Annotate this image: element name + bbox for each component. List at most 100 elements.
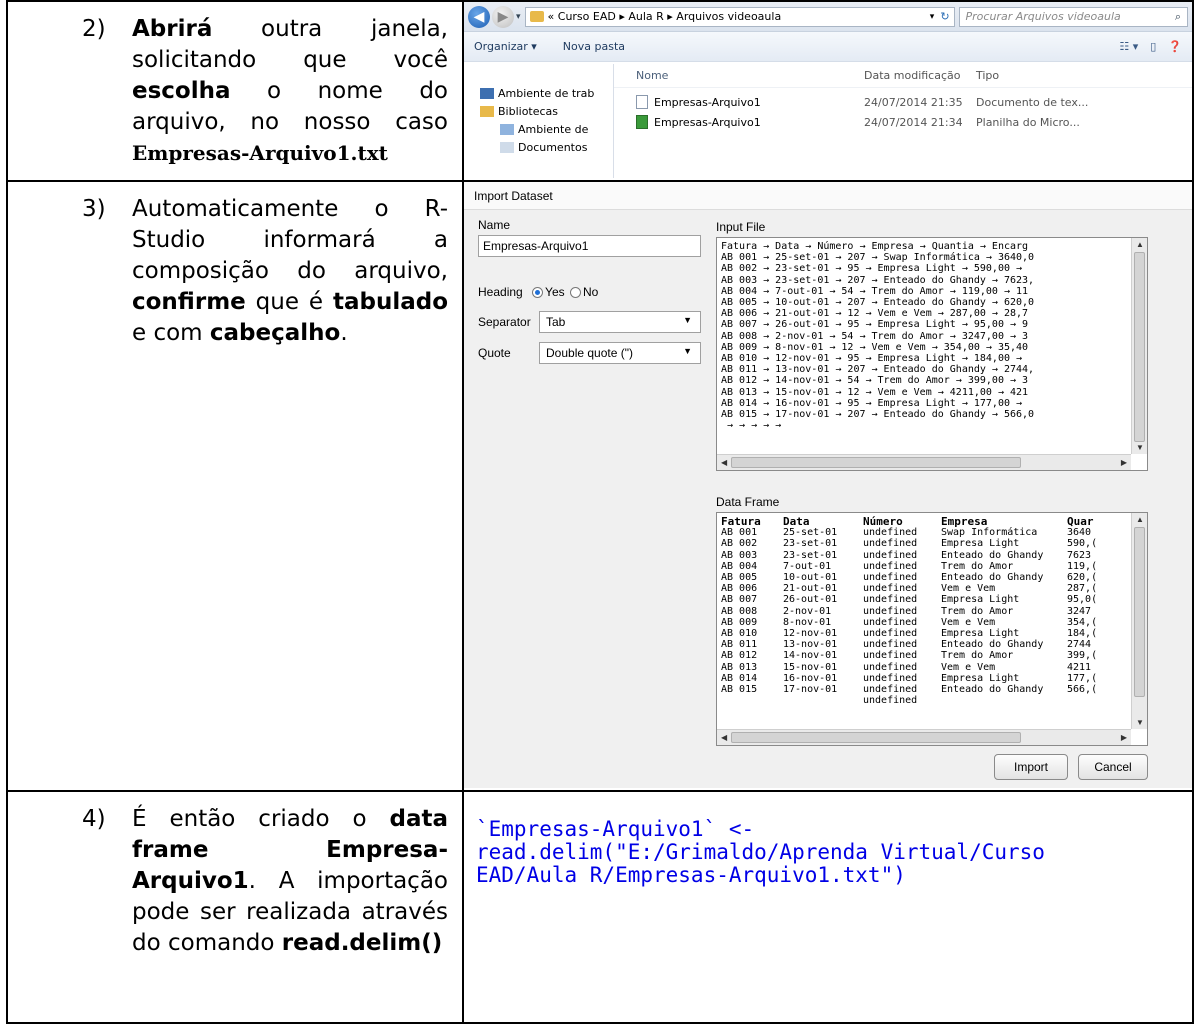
step-3-text: 3) Automaticamente o R-Studio informará … bbox=[8, 182, 462, 349]
df-cell: undefined bbox=[863, 605, 918, 617]
search-input[interactable]: Procurar Arquivos videoaula ⌕ bbox=[958, 6, 1188, 27]
df-cell: 399,( bbox=[1067, 650, 1098, 662]
vertical-scrollbar[interactable]: ▲ ▼ bbox=[1131, 513, 1147, 729]
text-file-icon bbox=[636, 95, 648, 109]
search-icon[interactable]: ⌕ bbox=[1175, 10, 1181, 24]
scroll-up-icon[interactable]: ▲ bbox=[1136, 515, 1144, 524]
df-cell: 590,( bbox=[1067, 538, 1098, 550]
row-step-4: 4) É então criado o data frame Empresa-A… bbox=[6, 790, 1194, 1024]
file-row[interactable]: Empresas-Arquivo1 24/07/2014 21:34 Plani… bbox=[614, 112, 1192, 132]
df-cell: AB 013 bbox=[721, 661, 758, 673]
input-file-panel[interactable]: Fatura → Data → Número → Empresa → Quant… bbox=[716, 237, 1148, 471]
df-row: AB 015 17-nov-01 undefined Enteado do Ghand… bbox=[721, 684, 1143, 695]
input-file-text: Fatura → Data → Número → Empresa → Quant… bbox=[721, 241, 1035, 432]
new-folder-button[interactable]: Nova pasta bbox=[563, 40, 625, 53]
df-cell: 17-nov-01 bbox=[783, 684, 838, 696]
df-column-header: Empresa bbox=[941, 516, 988, 528]
nav-item-desktop[interactable]: Ambiente de trab bbox=[464, 84, 613, 102]
heading-no-radio[interactable] bbox=[569, 287, 581, 299]
import-button[interactable]: Import bbox=[994, 754, 1068, 780]
cancel-button[interactable]: Cancel bbox=[1078, 754, 1148, 780]
organize-button[interactable]: Organizar ▾ bbox=[474, 40, 537, 53]
df-cell: undefined bbox=[863, 672, 918, 684]
nav-item-documents[interactable]: Documentos bbox=[464, 138, 613, 156]
df-row: AB 011 13-nov-01 undefined Enteado do Ghand… bbox=[721, 639, 1143, 650]
help-icon[interactable]: ❓ bbox=[1168, 40, 1182, 53]
scroll-left-icon[interactable]: ◀ bbox=[721, 458, 727, 467]
df-cell: Trem do Amor bbox=[941, 560, 1014, 572]
separator-select[interactable]: Tab ▼ bbox=[539, 311, 701, 333]
col-name[interactable]: Nome bbox=[614, 69, 864, 82]
file-list-header: Nome Data modificação Tipo bbox=[614, 64, 1192, 88]
path-dropdown-icon[interactable]: ▾ bbox=[930, 12, 935, 22]
preview-pane-icon[interactable]: ▯ bbox=[1150, 40, 1156, 53]
quote-select[interactable]: Double quote (") ▼ bbox=[539, 342, 701, 364]
separator-value: Tab bbox=[546, 315, 566, 329]
code-cell: `Empresas-Arquivo1` <- read.delim("E:/Gr… bbox=[462, 790, 1194, 1024]
heading-yes-radio[interactable] bbox=[532, 287, 544, 299]
path-breadcrumb[interactable]: « Curso EAD ▸ Aula R ▸ Arquivos videoaul… bbox=[524, 6, 955, 27]
horizontal-scrollbar[interactable]: ◀ ▶ bbox=[717, 729, 1131, 745]
name-label: Name bbox=[478, 218, 511, 232]
history-dropdown-icon[interactable]: ▾ bbox=[516, 12, 521, 22]
heading-label: Heading bbox=[478, 285, 523, 299]
nav-label: Bibliotecas bbox=[498, 104, 559, 118]
chevron-down-icon: ▼ bbox=[683, 346, 692, 356]
df-cell: AB 006 bbox=[721, 583, 758, 595]
file-name: Empresas-Arquivo1 bbox=[654, 115, 761, 129]
refresh-icon[interactable]: ↻ bbox=[940, 10, 949, 23]
df-cell: 25-set-01 bbox=[783, 527, 838, 539]
df-cell: AB 011 bbox=[721, 639, 758, 651]
name-input[interactable]: Empresas-Arquivo1 bbox=[478, 235, 701, 257]
file-type: Documento de tex... bbox=[976, 95, 1089, 109]
view-options-icon[interactable]: ☷ ▾ bbox=[1119, 40, 1138, 53]
back-arrow-icon[interactable]: ◀ bbox=[468, 5, 490, 28]
horizontal-scrollbar[interactable]: ◀ ▶ bbox=[717, 454, 1131, 470]
scroll-thumb[interactable] bbox=[1134, 527, 1145, 697]
col-date[interactable]: Data modificação bbox=[864, 69, 976, 82]
df-cell: 119,( bbox=[1067, 560, 1098, 572]
libraries-icon bbox=[480, 105, 494, 117]
df-cell: undefined bbox=[863, 560, 918, 572]
scroll-down-icon[interactable]: ▼ bbox=[1136, 443, 1144, 452]
df-cell: 2-nov-01 bbox=[783, 605, 832, 617]
scroll-up-icon[interactable]: ▲ bbox=[1136, 240, 1144, 249]
df-row: AB 003 23-set-01 undefined Enteado do Ghand… bbox=[721, 550, 1143, 561]
df-cell: AB 003 bbox=[721, 549, 758, 561]
scroll-right-icon[interactable]: ▶ bbox=[1121, 733, 1127, 742]
df-cell: undefined bbox=[863, 639, 918, 651]
df-cell: undefined bbox=[863, 616, 918, 628]
df-row: AB 001 25-set-01 undefined Swap Informática… bbox=[721, 527, 1143, 538]
scroll-thumb[interactable] bbox=[731, 732, 1021, 743]
df-cell: undefined bbox=[863, 527, 918, 539]
documents-icon bbox=[500, 141, 514, 153]
scroll-thumb[interactable] bbox=[731, 457, 1021, 468]
nav-item-libraries[interactable]: Bibliotecas bbox=[464, 102, 613, 120]
col-type[interactable]: Tipo bbox=[976, 69, 999, 82]
df-cell bbox=[783, 695, 863, 706]
nav-item-desktop-sub[interactable]: Ambiente de bbox=[464, 120, 613, 138]
data-frame-panel[interactable]: Fatura Data Número Empresa Quar AB 001 25-set-… bbox=[716, 512, 1148, 746]
df-cell bbox=[1067, 695, 1107, 706]
quote-label: Quote bbox=[478, 346, 511, 360]
df-cell: Enteado do Ghandy bbox=[941, 684, 1044, 696]
df-row: AB 002 23-set-01 undefined Empresa Light 590… bbox=[721, 538, 1143, 549]
df-cell: 287,( bbox=[1067, 583, 1098, 595]
forward-arrow-icon[interactable]: ▶ bbox=[492, 5, 514, 28]
scroll-right-icon[interactable]: ▶ bbox=[1121, 458, 1127, 467]
separator-label: Separator bbox=[478, 315, 531, 329]
vertical-scrollbar[interactable]: ▲ ▼ bbox=[1131, 238, 1147, 454]
file-name: Empresas-Arquivo1 bbox=[654, 95, 761, 109]
no-label: No bbox=[582, 285, 599, 299]
df-cell: AB 014 bbox=[721, 672, 758, 684]
path-text: « Curso EAD ▸ Aula R ▸ Arquivos videoaul… bbox=[547, 10, 782, 23]
df-row: AB 014 16-nov-01 undefined Empresa Light 177… bbox=[721, 673, 1143, 684]
df-cell: 23-set-01 bbox=[783, 549, 838, 561]
step-2-cell: 2) Abrirá outra janela, solicitando que … bbox=[6, 0, 464, 182]
df-cell bbox=[941, 695, 1067, 706]
chevron-down-icon: ▼ bbox=[683, 315, 692, 325]
scroll-thumb[interactable] bbox=[1134, 252, 1145, 442]
scroll-down-icon[interactable]: ▼ bbox=[1136, 718, 1144, 727]
file-row[interactable]: Empresas-Arquivo1 24/07/2014 21:35 Docum… bbox=[614, 92, 1192, 112]
scroll-left-icon[interactable]: ◀ bbox=[721, 733, 727, 742]
